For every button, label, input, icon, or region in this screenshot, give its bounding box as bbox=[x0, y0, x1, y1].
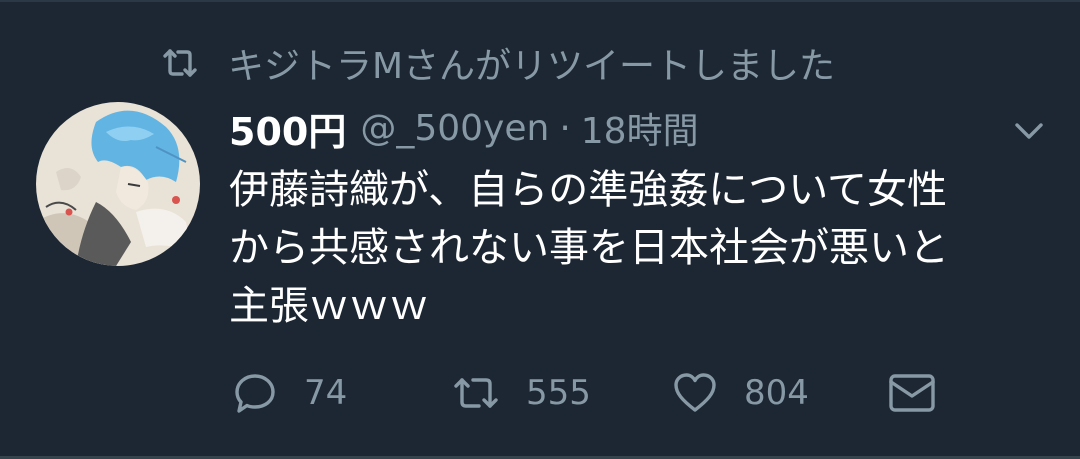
timestamp[interactable]: 18時間 bbox=[581, 102, 699, 154]
tweet-actions: 74 555 804 bbox=[0, 360, 1080, 426]
like-button[interactable]: 804 bbox=[672, 360, 809, 426]
tweet-text-line: から共感されない事を日本社会が悪いと bbox=[229, 225, 949, 271]
chevron-down-icon[interactable] bbox=[1012, 114, 1046, 148]
tweet-header: 500円 @_500yen · 18時間 bbox=[229, 100, 699, 156]
avatar[interactable] bbox=[36, 102, 200, 266]
retweet-icon bbox=[163, 49, 197, 77]
like-count: 804 bbox=[744, 373, 809, 413]
retweet-button[interactable]: 555 bbox=[452, 360, 591, 426]
heart-icon bbox=[674, 373, 716, 412]
top-divider bbox=[0, 0, 1080, 2]
retweet-context-text[interactable]: キジトラMさんがリツイートしました bbox=[228, 37, 835, 89]
reply-button[interactable]: 74 bbox=[232, 360, 347, 426]
retweet-icon bbox=[454, 378, 498, 408]
tweet-text-line: 主張ｗｗｗ bbox=[229, 283, 429, 329]
header-separator: · bbox=[559, 107, 571, 149]
retweet-count: 555 bbox=[526, 373, 591, 413]
direct-message-button[interactable] bbox=[888, 360, 936, 426]
mail-icon bbox=[889, 374, 935, 412]
user-handle[interactable]: @_500yen bbox=[360, 108, 549, 149]
retweet-context[interactable]: キジトラMさんがリツイートしました bbox=[160, 38, 835, 88]
display-name[interactable]: 500円 bbox=[229, 101, 346, 156]
tweet-text[interactable]: 伊藤詩織が、自らの準強姦について女性 から共感されない事を日本社会が悪いと 主張… bbox=[229, 161, 1059, 335]
reply-count: 74 bbox=[304, 373, 348, 413]
tweet-text-line: 伊藤詩織が、自らの準強姦について女性 bbox=[229, 167, 947, 213]
reply-icon bbox=[235, 374, 275, 413]
